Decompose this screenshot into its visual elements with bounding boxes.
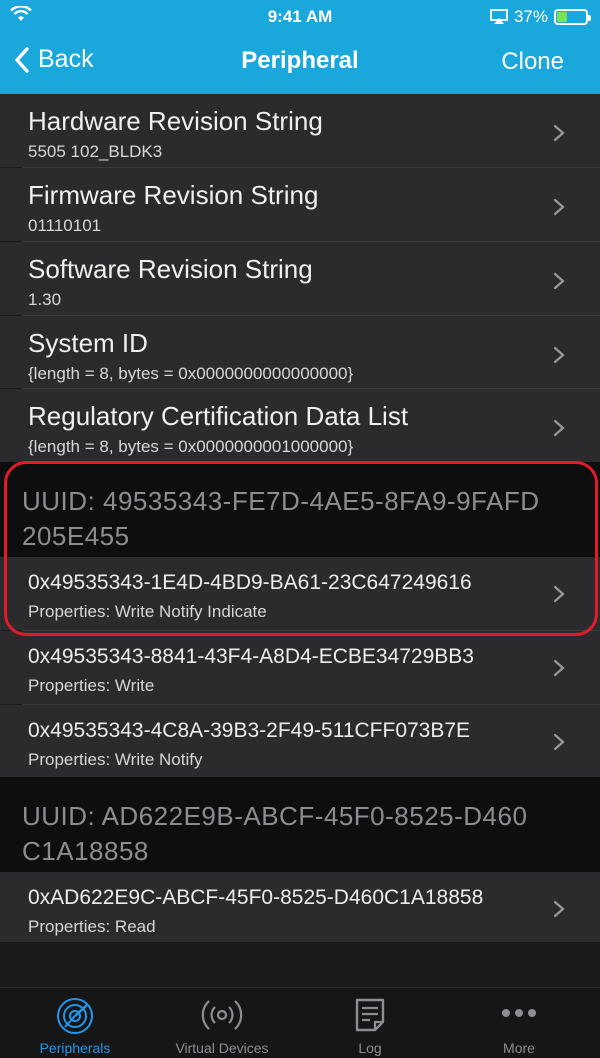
chevron-right-icon (553, 198, 565, 216)
characteristic-uuid: 0x49535343-8841-43F4-A8D4-ECBE34729BB3 (28, 645, 474, 668)
status-bar: 9:41 AM 37% (0, 0, 600, 34)
tab-more[interactable]: More (444, 988, 594, 1058)
chevron-right-icon (553, 124, 565, 142)
battery-percent: 37% (513, 7, 548, 26)
back-button[interactable]: Back (14, 45, 94, 74)
chevron-left-icon (15, 46, 29, 73)
tab-virtual-devices[interactable]: Virtual Devices (147, 988, 297, 1058)
app-header: 9:41 AM 37% Back Peripheral Clone (0, 0, 600, 94)
chevron-right-icon (553, 585, 565, 603)
info-row-hardware-revision[interactable]: Hardware Revision String 5505 102_BLDK3 (0, 94, 600, 167)
info-row-title: Firmware Revision String (28, 180, 319, 210)
characteristic-uuid: 0xAD622E9C-ABCF-45F0-8525-D460C1A18858 (28, 886, 484, 909)
info-row-title: Regulatory Certification Data List (28, 401, 409, 431)
chevron-right-icon (553, 733, 565, 751)
characteristic-uuid: 0x49535343-1E4D-4BD9-BA61-23C647249616 (28, 571, 472, 594)
info-row-title: Hardware Revision String (28, 106, 323, 136)
characteristic-properties: Properties: Write Notify Indicate (28, 602, 267, 621)
info-row-firmware-revision[interactable]: Firmware Revision String 01110101 (0, 168, 600, 241)
tab-label: Log (358, 1040, 382, 1056)
characteristic-properties: Properties: Read (28, 917, 156, 936)
navigation-bar: Back Peripheral Clone (0, 34, 600, 94)
characteristic-row[interactable]: 0x49535343-4C8A-39B3-2F49-511CFF073B7E P… (0, 705, 600, 777)
characteristic-uuid: 0x49535343-4C8A-39B3-2F49-511CFF073B7E (28, 719, 471, 742)
log-icon (355, 998, 385, 1032)
radar-icon (57, 998, 93, 1034)
info-row-title: System ID (28, 328, 148, 358)
service-uuid: UUID: 49535343-FE7D-4AE5-8FA9-9FAFD205E4… (22, 486, 540, 551)
service-uuid: UUID: AD622E9B-ABCF-45F0-8525-D460C1A188… (22, 801, 528, 866)
info-row-value: {length = 8, bytes = 0x0000000001000000} (28, 437, 354, 456)
characteristic-properties: Properties: Write Notify (28, 750, 203, 769)
characteristic-properties: Properties: Write (28, 676, 155, 695)
info-row-system-id[interactable]: System ID {length = 8, bytes = 0x0000000… (0, 316, 600, 388)
chevron-right-icon (553, 272, 565, 290)
more-icon (502, 1009, 536, 1017)
clone-button[interactable]: Clone (501, 48, 564, 76)
tab-label: More (503, 1040, 535, 1056)
characteristic-row[interactable]: 0x49535343-8841-43F4-A8D4-ECBE34729BB3 P… (0, 631, 600, 704)
chevron-right-icon (553, 900, 565, 918)
characteristic-row[interactable]: 0xAD622E9C-ABCF-45F0-8525-D460C1A18858 P… (0, 872, 600, 942)
tab-peripherals[interactable]: Peripherals (0, 988, 150, 1058)
chevron-right-icon (553, 659, 565, 677)
chevron-right-icon (553, 419, 565, 437)
chevron-right-icon (553, 346, 565, 364)
info-row-regulatory-certification[interactable]: Regulatory Certification Data List {leng… (0, 389, 600, 462)
back-label: Back (38, 45, 94, 73)
broadcast-icon (201, 1000, 243, 1030)
service-header: UUID: 49535343-FE7D-4AE5-8FA9-9FAFD205E4… (0, 462, 600, 557)
info-row-value: {length = 8, bytes = 0x0000000000000000} (28, 364, 354, 383)
tab-bar: Peripherals Virtual Devices Log More (0, 987, 600, 1058)
tab-label: Peripherals (39, 1040, 111, 1056)
peripheral-detail-list: Hardware Revision String 5505 102_BLDK3 … (0, 94, 600, 987)
info-row-value: 01110101 (28, 216, 102, 235)
info-row-value: 1.30 (28, 290, 62, 309)
airplay-icon (490, 9, 508, 24)
info-row-value: 5505 102_BLDK3 (28, 142, 163, 161)
service-header: UUID: AD622E9B-ABCF-45F0-8525-D460C1A188… (0, 777, 600, 872)
characteristic-row[interactable]: 0x49535343-1E4D-4BD9-BA61-23C647249616 P… (0, 557, 600, 630)
info-row-title: Software Revision String (28, 254, 313, 284)
tab-log[interactable]: Log (295, 988, 445, 1058)
battery-icon (554, 9, 591, 25)
info-row-software-revision[interactable]: Software Revision String 1.30 (0, 242, 600, 315)
tab-label: Virtual Devices (175, 1040, 269, 1056)
